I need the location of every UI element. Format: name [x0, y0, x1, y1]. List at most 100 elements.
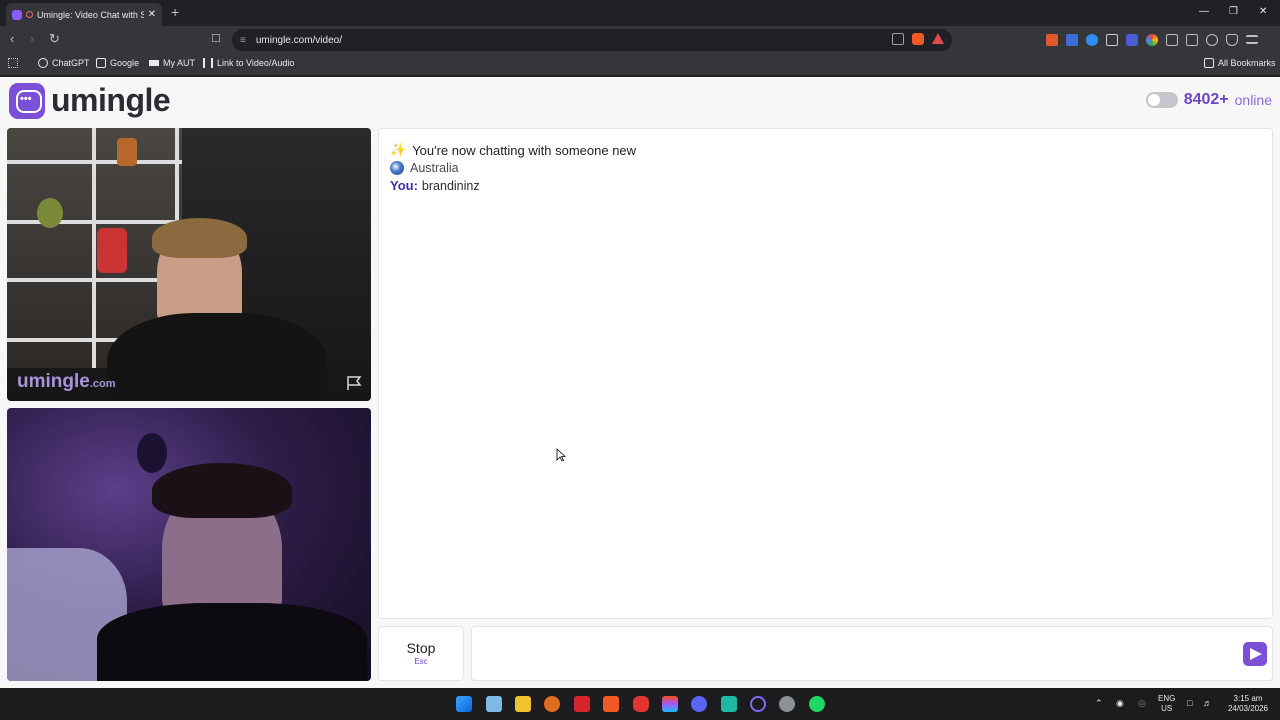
extension-5-icon[interactable] — [1126, 34, 1138, 46]
online-count: 8402+ — [1183, 91, 1229, 108]
bookmark-label: Link to Video/Audio — [217, 58, 295, 68]
umingle-logo[interactable]: umingle — [9, 82, 171, 119]
bookmark-icon[interactable]: ☐ — [211, 32, 221, 46]
folder-icon — [1204, 58, 1214, 68]
folder-icon — [96, 58, 106, 68]
site-settings-icon[interactable]: ≡ — [240, 35, 246, 46]
link-icon — [203, 58, 213, 68]
extension-6-icon[interactable] — [1146, 34, 1158, 46]
bookmark-my-aut[interactable]: My AUT — [149, 58, 195, 68]
online-status: 8402+ online — [1145, 91, 1272, 109]
app-red-logo-icon[interactable] — [633, 696, 649, 712]
chat-intro-text: You're now chatting with someone new — [412, 142, 637, 158]
sparkle-icon: ✨ — [390, 142, 407, 157]
spotify-icon[interactable] — [809, 696, 825, 712]
menu-icon[interactable] — [1246, 35, 1258, 44]
you-label: You: — [390, 178, 418, 193]
theme-toggle[interactable] — [1145, 92, 1178, 108]
windows-taskbar: ⌃ ◉ ◎ ENG US □ ♬ 3:15 am 24/03/2026 — [0, 688, 1280, 720]
bookmarks-bar: ChatGPT Google My AUT Link to Video/Audi… — [0, 54, 1280, 76]
url-text[interactable]: umingle.com/video/ — [256, 35, 342, 46]
you-name: brandininz — [421, 178, 480, 193]
tray-app-icon[interactable]: ◉ — [1116, 698, 1124, 708]
app-ring-icon[interactable] — [750, 696, 766, 712]
windows-start-icon[interactable] — [456, 696, 472, 712]
new-tab-button[interactable]: + — [171, 4, 179, 20]
forward-icon[interactable]: › — [30, 32, 34, 46]
stop-button[interactable]: Stop Esc — [378, 626, 464, 681]
discord-icon[interactable] — [691, 696, 707, 712]
back-icon[interactable]: ‹ — [10, 32, 14, 46]
file-explorer-icon[interactable] — [515, 696, 531, 712]
font-extension-icon[interactable] — [1106, 34, 1118, 46]
extension-3-icon[interactable] — [1086, 34, 1098, 46]
bookmark-link-video-audio[interactable]: Link to Video/Audio — [203, 58, 294, 68]
tab-title: Umingle: Video Chat with Strangers — [37, 9, 144, 20]
brave-shields-icon[interactable] — [912, 33, 924, 45]
brave-rewards-icon[interactable] — [932, 33, 944, 44]
tab-close-icon[interactable]: ✕ — [148, 9, 156, 20]
stranger-body — [107, 313, 327, 401]
tray-chevron-icon[interactable]: ⌃ — [1095, 698, 1103, 708]
chat-country-line: Australia — [390, 161, 1261, 175]
mouse-cursor-icon — [556, 448, 566, 462]
bookmark-chatgpt[interactable]: ChatGPT — [38, 58, 90, 68]
bookmark-label: My AUT — [163, 58, 196, 68]
close-window-button[interactable]: ✕ — [1259, 6, 1267, 17]
stop-label: Stop — [406, 640, 436, 656]
stranger-hair — [152, 218, 247, 258]
chat-you-line: You: brandininz — [390, 178, 1261, 193]
lang-bottom: US — [1161, 704, 1173, 713]
self-video — [7, 408, 371, 681]
self-body — [97, 603, 367, 681]
minimize-button[interactable]: — — [1199, 6, 1209, 17]
volume-icon[interactable]: ♬ — [1203, 698, 1212, 708]
clock-date: 24/03/2026 — [1227, 704, 1269, 713]
maximize-button[interactable]: ❐ — [1229, 6, 1238, 17]
all-bookmarks-label: All Bookmarks — [1218, 58, 1276, 68]
umingle-watermark: umingle.com — [17, 371, 116, 392]
recording-indicator-icon — [26, 11, 33, 18]
bookmark-google[interactable]: Google — [96, 58, 139, 68]
online-label: online — [1234, 92, 1272, 108]
bookmark-label: Google — [110, 58, 140, 68]
umingle-favicon-icon — [12, 9, 22, 20]
extensions-puzzle-icon[interactable] — [1166, 34, 1178, 46]
address-bar[interactable]: ≡ umingle.com/video/ — [232, 29, 952, 51]
settings-gear-icon[interactable] — [779, 696, 795, 712]
app-orange-icon[interactable] — [544, 696, 560, 712]
browser-tab-bar: Umingle: Video Chat with Strangers ✕ + —… — [0, 0, 1280, 26]
reload-icon[interactable]: ↻ — [49, 32, 60, 46]
brave-browser-icon[interactable] — [603, 696, 619, 712]
vpn-shield-icon[interactable] — [1226, 34, 1238, 46]
bookmark-label: ChatGPT — [52, 58, 90, 68]
figma-icon[interactable] — [662, 696, 678, 712]
leo-ai-icon[interactable] — [1206, 34, 1218, 46]
chat-log: ✨ You're now chatting with someone new A… — [378, 128, 1273, 619]
translate-extension-icon[interactable] — [1066, 34, 1078, 46]
chatgpt-icon — [38, 58, 48, 68]
send-icon[interactable] — [1243, 642, 1267, 666]
microphone-icon[interactable]: ◎ — [1138, 698, 1146, 708]
stranger-video: umingle.com — [7, 128, 371, 401]
chat-country-text: Australia — [410, 161, 459, 175]
browser-toolbar: ‹ › ↻ ☐ ≡ umingle.com/video/ — [0, 26, 1280, 54]
share-icon[interactable] — [892, 33, 904, 45]
extensions-bar — [1046, 34, 1258, 46]
app-red-icon[interactable] — [574, 696, 590, 712]
umingle-page: umingle 8402+ online umingle.com — [0, 77, 1280, 688]
extension-1-icon[interactable] — [1046, 34, 1058, 46]
language-indicator[interactable]: ENG US — [1158, 694, 1175, 714]
all-bookmarks[interactable]: All Bookmarks — [1204, 58, 1276, 68]
apps-grid-icon[interactable] — [8, 58, 18, 68]
report-flag-icon[interactable] — [345, 375, 363, 391]
aut-icon — [149, 60, 159, 66]
sidebar-icon[interactable] — [1186, 34, 1198, 46]
widgets-icon[interactable] — [486, 696, 502, 712]
clock-time: 3:15 am — [1233, 694, 1263, 703]
clock[interactable]: 3:15 am 24/03/2026 — [1226, 694, 1270, 714]
network-icon[interactable]: □ — [1187, 698, 1192, 708]
message-input[interactable] — [471, 626, 1273, 681]
browser-tab[interactable]: Umingle: Video Chat with Strangers ✕ — [6, 3, 162, 26]
app-teal-icon[interactable] — [721, 696, 737, 712]
